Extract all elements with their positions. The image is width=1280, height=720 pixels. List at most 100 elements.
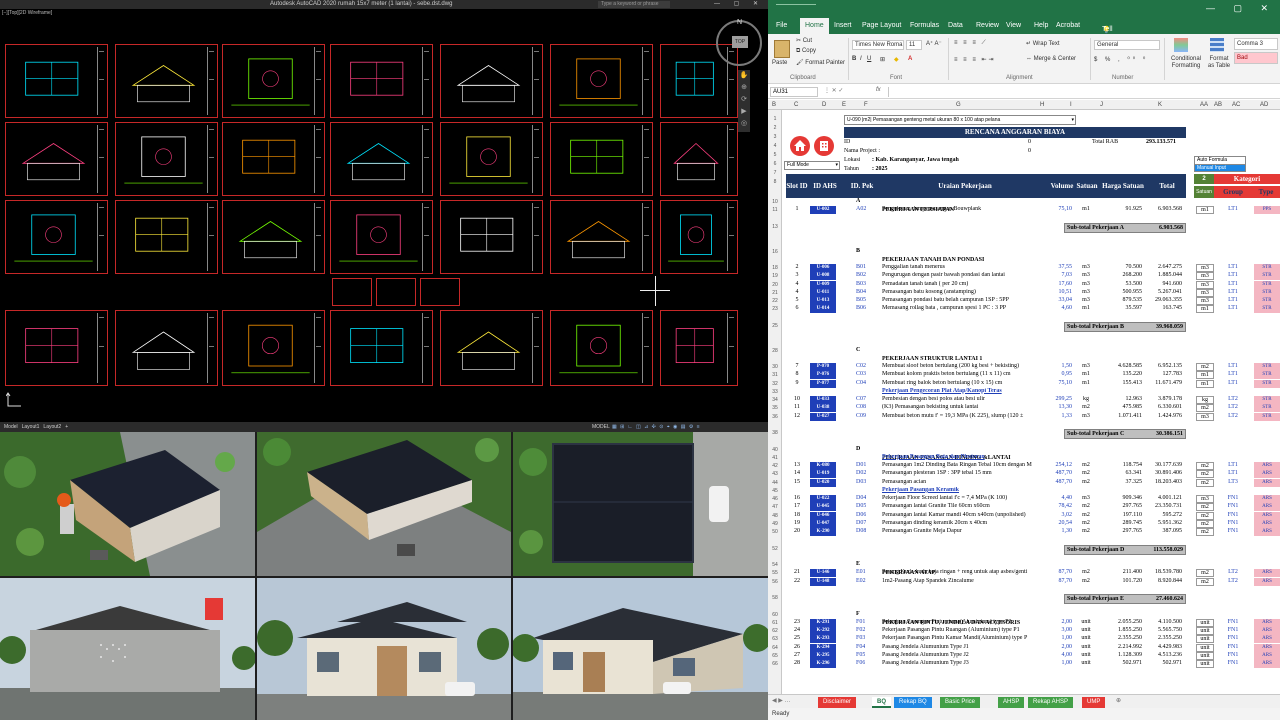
drawing-sheet[interactable] — [660, 200, 738, 274]
row-number[interactable]: 11 — [768, 207, 782, 213]
drawing-sheet[interactable] — [330, 122, 433, 196]
border-icon[interactable]: ⊞ — [880, 56, 885, 63]
row-number[interactable]: 42 — [768, 463, 782, 469]
drawing-sheet[interactable] — [115, 310, 218, 386]
uraian-pekerjaan[interactable]: Pemasangan acian — [882, 479, 1046, 485]
ribbon-tab-home[interactable]: Home — [800, 18, 829, 34]
font-size-select[interactable]: 11 — [906, 40, 922, 50]
group-code[interactable]: LT1 — [1222, 380, 1244, 386]
ribbon-tab-acrobat[interactable]: Acrobat — [1056, 22, 1080, 29]
ahs-id[interactable]: U-002 — [810, 206, 836, 215]
type-code[interactable]: ARS — [1254, 478, 1280, 487]
column-header[interactable]: B — [772, 102, 776, 108]
ahs-id[interactable]: U-047 — [810, 519, 836, 528]
group-code[interactable]: FN1 — [1222, 627, 1244, 633]
row-number[interactable]: 6 — [768, 161, 782, 167]
zoom-icon[interactable]: ⊕ — [738, 82, 750, 94]
drawing-sheet[interactable] — [330, 310, 433, 386]
volume[interactable]: 1,00 — [1048, 660, 1073, 666]
group-code[interactable]: LT2 — [1222, 578, 1244, 584]
type-code[interactable]: ARS — [1254, 503, 1280, 512]
column-header[interactable]: H — [1040, 102, 1044, 108]
fill-color-icon[interactable]: ◆ — [894, 56, 899, 63]
group-code[interactable]: LT1 — [1222, 281, 1244, 287]
volume[interactable]: 1,50 — [1048, 363, 1073, 369]
row-number[interactable]: 49 — [768, 521, 782, 527]
row-number[interactable]: 38 — [768, 430, 782, 436]
volume[interactable]: 13,30 — [1048, 404, 1073, 410]
group-code[interactable]: FN1 — [1222, 528, 1244, 534]
paste-button[interactable]: Paste — [772, 60, 787, 66]
underline-icon[interactable]: U — [867, 56, 871, 62]
format-as-table-button[interactable]: Format as Table — [1206, 56, 1232, 70]
style-bad[interactable]: Bad — [1234, 52, 1278, 64]
row-number[interactable]: 64 — [768, 645, 782, 651]
orbit-icon[interactable]: ⟳ — [738, 94, 750, 106]
ahs-id[interactable]: U-008 — [810, 272, 836, 281]
volume[interactable]: 2,00 — [1048, 619, 1073, 625]
volume[interactable]: 78,42 — [1048, 503, 1073, 509]
sheet-tab-ahsp[interactable]: AHSP — [998, 697, 1025, 708]
row-number[interactable]: 31 — [768, 372, 782, 378]
drawing-sheet[interactable] — [660, 310, 738, 386]
group-code[interactable]: LT1 — [1222, 371, 1244, 377]
name-box[interactable]: AU31 — [770, 87, 818, 97]
drawing-sheet[interactable] — [222, 310, 325, 386]
font-name-select[interactable]: Times New Roma — [852, 40, 904, 50]
uraian-pekerjaan[interactable]: Memasang rollag bata , campuran spesi 1 … — [882, 305, 1046, 311]
row-number[interactable]: 65 — [768, 653, 782, 659]
manual-input-option[interactable]: Manual Input — [1194, 164, 1246, 172]
row-number[interactable]: 10 — [768, 199, 782, 205]
uraian-pekerjaan[interactable]: 1m2-Pasang Atap Spandek Zincalume — [882, 578, 1046, 584]
style-comma-3[interactable]: Comma 3 — [1234, 38, 1278, 50]
column-header[interactable]: I — [1070, 102, 1072, 108]
group-code[interactable]: FN1 — [1222, 652, 1244, 658]
font-grow-icon[interactable]: A⁺ A⁻ — [926, 40, 942, 47]
type-code[interactable]: ARS — [1254, 569, 1280, 578]
drawing-sheet[interactable] — [440, 200, 543, 274]
group-code[interactable]: LT1 — [1222, 470, 1244, 476]
group-code[interactable]: LT3 — [1222, 479, 1244, 485]
uraian-pekerjaan[interactable]: Pasang Jendela Alumunium Type J3 — [882, 660, 1046, 666]
volume[interactable]: 4,40 — [1048, 495, 1073, 501]
volume[interactable]: 254,12 — [1048, 462, 1073, 468]
drawing-sheet[interactable] — [550, 310, 653, 386]
ahs-id[interactable]: U-146 — [810, 569, 836, 578]
row-number[interactable]: 32 — [768, 381, 782, 387]
type-code[interactable]: PPS — [1254, 206, 1280, 215]
drawing-sheet[interactable] — [222, 122, 325, 196]
row-number[interactable]: 25 — [768, 323, 782, 329]
type-code[interactable]: STR — [1254, 272, 1280, 281]
ahs-id[interactable]: K-293 — [810, 635, 836, 644]
volume[interactable]: 1,00 — [1048, 635, 1073, 641]
row-number[interactable]: 43 — [768, 471, 782, 477]
type-code[interactable]: STR — [1254, 305, 1280, 314]
ahs-id[interactable]: U-020 — [810, 478, 836, 487]
ahs-id[interactable]: U-027 — [810, 412, 836, 421]
formula-input[interactable] — [888, 87, 1276, 97]
row-number[interactable]: 8 — [768, 179, 782, 185]
uraian-pekerjaan[interactable]: Pekerjaan Pasangan Pintu Ruangan (Alumin… — [882, 627, 1046, 633]
ahs-id[interactable]: U-148 — [810, 577, 836, 586]
group-code[interactable]: FN1 — [1222, 660, 1244, 666]
building-icon[interactable] — [814, 136, 834, 156]
uraian-pekerjaan[interactable]: Pengurugan dengan pasir bawah pondasi da… — [882, 272, 1046, 278]
uraian-pekerjaan[interactable]: Pekerjaan Floor Screed lantai f'c = 7,4 … — [882, 495, 1046, 501]
ahs-id[interactable]: U-045 — [810, 503, 836, 512]
uraian-pekerjaan[interactable]: Pemasangan lantai Kamar mandi 40cm x40cm… — [882, 512, 1046, 518]
drawing-sheet[interactable] — [440, 44, 543, 118]
conditional-formatting-icon[interactable] — [1174, 38, 1188, 52]
steering-wheel-icon[interactable]: ◎ — [738, 118, 750, 130]
row-number[interactable]: 34 — [768, 397, 782, 403]
row-number[interactable]: 63 — [768, 636, 782, 642]
row-number[interactable]: 3 — [768, 134, 782, 140]
drawing-sheet[interactable] — [115, 122, 218, 196]
row-number[interactable]: 47 — [768, 504, 782, 510]
volume[interactable]: 2,00 — [1048, 644, 1073, 650]
ahs-id[interactable]: U-046 — [810, 511, 836, 520]
uraian-pekerjaan[interactable]: Pasang Jendela Alumunium Type J2 — [882, 652, 1046, 658]
ribbon-tabs[interactable]: File Home Insert Page Layout Formulas Data Rev… — [768, 18, 1280, 75]
row-number[interactable]: 58 — [768, 595, 782, 601]
worksheet-grid[interactable]: U-090 |m2| Pemasangan genteng metal ukur… — [782, 110, 1280, 694]
uraian-pekerjaan[interactable]: Pekerjaan Pasangan Pintu utama(Aluminium… — [882, 619, 1046, 625]
